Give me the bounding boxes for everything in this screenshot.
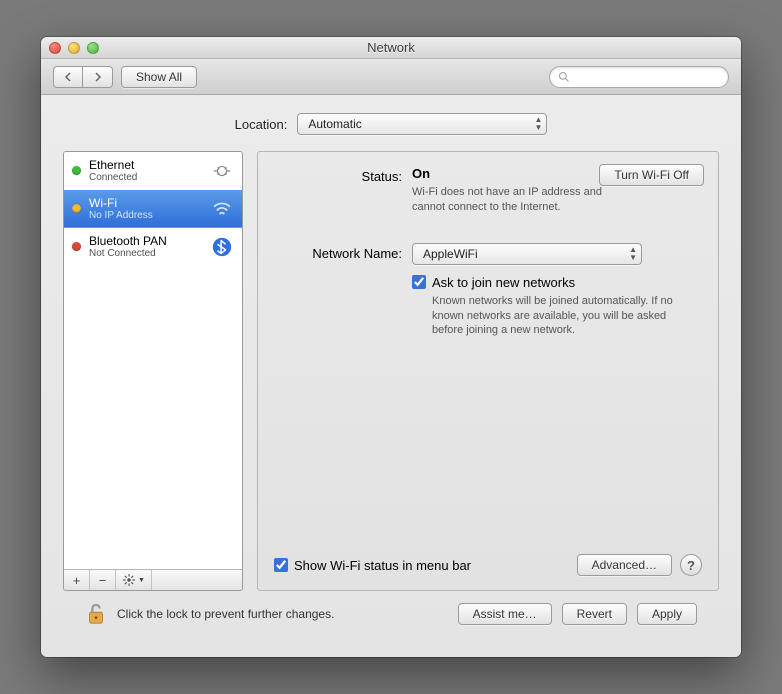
content-area: Location: Automatic ▲▼ Ethernet Connecte…: [41, 95, 741, 657]
service-status: Not Connected: [89, 248, 202, 259]
window-title: Network: [41, 40, 741, 55]
help-button[interactable]: ?: [680, 554, 702, 576]
wifi-icon: [210, 197, 234, 221]
status-dot: [72, 166, 81, 175]
network-name-popup[interactable]: AppleWiFi ▲▼: [412, 243, 642, 265]
service-status: Connected: [89, 172, 202, 183]
search-input[interactable]: [574, 71, 720, 83]
network-name-label: Network Name:: [274, 243, 402, 261]
service-name: Ethernet: [89, 158, 202, 172]
ask-to-join-description: Known networks will be joined automatica…: [432, 294, 682, 339]
service-list: Ethernet Connected Wi-Fi No IP Address: [64, 152, 242, 569]
ethernet-icon: [210, 159, 234, 183]
lock-text: Click the lock to prevent further change…: [117, 607, 448, 621]
service-item-wifi[interactable]: Wi-Fi No IP Address: [64, 190, 242, 228]
gear-icon: [122, 573, 136, 587]
show-status-menubar-checkbox[interactable]: Show Wi-Fi status in menu bar: [274, 558, 471, 573]
location-popup[interactable]: Automatic ▲▼: [297, 113, 547, 135]
ask-to-join-label: Ask to join new networks: [432, 275, 575, 290]
status-label: Status:: [274, 166, 402, 184]
service-status: No IP Address: [89, 210, 202, 221]
ask-to-join-checkbox[interactable]: Ask to join new networks: [412, 275, 702, 290]
nav-segment: [53, 66, 113, 88]
service-item-bluetooth[interactable]: Bluetooth PAN Not Connected: [64, 228, 242, 266]
service-name: Bluetooth PAN: [89, 234, 202, 248]
service-action-menu[interactable]: ▼: [116, 570, 152, 590]
apply-button[interactable]: Apply: [637, 603, 697, 625]
titlebar: Network: [41, 37, 741, 59]
status-dot: [72, 204, 81, 213]
show-all-button[interactable]: Show All: [121, 66, 197, 88]
show-status-input[interactable]: [274, 558, 288, 572]
network-preferences-window: Network Show All Location: Automatic ▲▼: [41, 37, 741, 657]
forward-button[interactable]: [83, 66, 113, 88]
service-item-ethernet[interactable]: Ethernet Connected: [64, 152, 242, 190]
footer-row: Click the lock to prevent further change…: [63, 591, 719, 643]
status-dot: [72, 242, 81, 251]
turn-wifi-off-button[interactable]: Turn Wi-Fi Off: [599, 164, 704, 186]
location-row: Location: Automatic ▲▼: [63, 113, 719, 135]
status-description: Wi-Fi does not have an IP address and ca…: [412, 185, 632, 215]
revert-button[interactable]: Revert: [562, 603, 627, 625]
service-name: Wi-Fi: [89, 196, 202, 210]
remove-service-button[interactable]: −: [90, 570, 116, 590]
toolbar: Show All: [41, 59, 741, 95]
detail-pane: Turn Wi-Fi Off Status: On Wi-Fi does not…: [257, 151, 719, 591]
location-value: Automatic: [308, 117, 361, 131]
location-label: Location:: [235, 117, 288, 132]
assist-me-button[interactable]: Assist me…: [458, 603, 552, 625]
show-status-label: Show Wi-Fi status in menu bar: [294, 558, 471, 573]
network-name-value: AppleWiFi: [423, 247, 478, 261]
back-button[interactable]: [53, 66, 83, 88]
bluetooth-icon: [210, 235, 234, 259]
service-sidebar: Ethernet Connected Wi-Fi No IP Address: [63, 151, 243, 591]
search-field[interactable]: [549, 66, 729, 88]
advanced-button[interactable]: Advanced…: [577, 554, 672, 576]
lock-icon[interactable]: [85, 601, 107, 627]
ask-to-join-input[interactable]: [412, 275, 426, 289]
sidebar-footer: + − ▼: [64, 569, 242, 590]
search-icon: [558, 71, 570, 83]
add-service-button[interactable]: +: [64, 570, 90, 590]
